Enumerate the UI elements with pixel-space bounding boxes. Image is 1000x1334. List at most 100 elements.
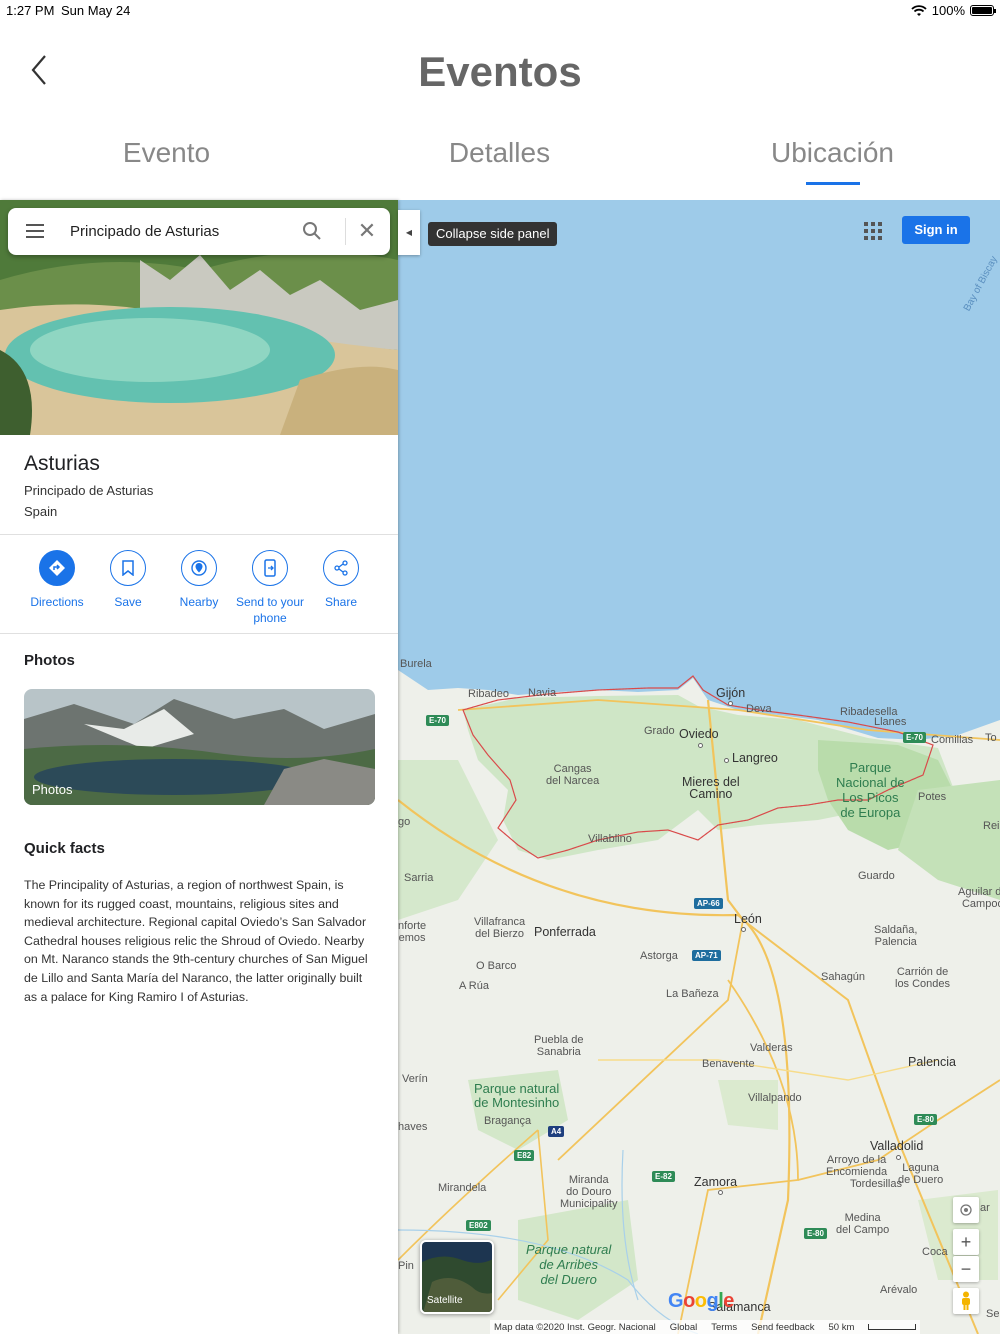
- search-separator: [345, 218, 346, 245]
- satellite-toggle[interactable]: Satellite: [420, 1240, 494, 1314]
- directions-label: Directions: [30, 595, 84, 609]
- road-shield: E-70: [903, 732, 926, 743]
- terms-link[interactable]: Terms: [711, 1322, 737, 1333]
- map-label-arevalo: Arévalo: [880, 1284, 918, 1296]
- status-bar: 1:27 PM Sun May 24 100%: [0, 0, 1000, 22]
- my-location-button[interactable]: [953, 1197, 979, 1223]
- search-input[interactable]: Principado de Asturias: [70, 223, 219, 240]
- map-label-puebla: Puebla de Sanabria: [534, 1034, 584, 1058]
- quick-facts-heading: Quick facts: [24, 840, 105, 857]
- map-label-burela: Burela: [400, 658, 432, 670]
- header: Eventos Evento Detalles Ubicación: [0, 22, 1000, 200]
- map-label-llanes: Llanes: [874, 716, 907, 728]
- tab-evento[interactable]: Evento: [0, 137, 333, 169]
- scale-label[interactable]: 50 km: [828, 1322, 854, 1333]
- page-title: Eventos: [418, 48, 582, 95]
- nearby-label: Nearby: [179, 595, 219, 609]
- map-data-text: Map data ©2020 Inst. Geogr. Nacional: [494, 1321, 656, 1333]
- map-label-villafranca: Villafranca del Bierzo: [474, 916, 526, 940]
- divider: [0, 534, 398, 535]
- nearby-button[interactable]: Nearby: [159, 550, 239, 610]
- plus-icon: +: [960, 1231, 972, 1252]
- search-icon[interactable]: [302, 221, 322, 241]
- photos-heading: Photos: [24, 652, 75, 669]
- sign-in-button[interactable]: Sign in: [902, 216, 970, 244]
- map-label-to: To: [985, 732, 997, 744]
- road-shield: AP-66: [694, 898, 723, 909]
- tab-bar: Evento Detalles Ubicación: [0, 137, 1000, 187]
- map-label-astorga: Astorga: [640, 950, 678, 962]
- map-label-miranda: Miranda do Douro Municipality: [560, 1174, 618, 1210]
- place-name: Asturias: [24, 452, 100, 475]
- directions-icon: [49, 560, 65, 576]
- share-icon: [334, 560, 348, 576]
- map-label-saldana: Saldaña, Palencia: [874, 924, 918, 948]
- apps-grid-icon[interactable]: [864, 222, 882, 240]
- map-label-se: Se: [986, 1308, 1000, 1320]
- save-label: Save: [114, 595, 142, 609]
- map-label-ar: ar: [980, 1202, 990, 1214]
- map-label-oviedo: Oviedo: [679, 727, 719, 741]
- zoom-out-button[interactable]: −: [953, 1256, 979, 1282]
- map-label-navia: Navia: [528, 687, 557, 699]
- collapse-side-panel-button[interactable]: ◀: [398, 210, 420, 255]
- map-label-medina: Medina del Campo: [836, 1212, 890, 1236]
- menu-icon[interactable]: [26, 224, 44, 238]
- road-shield: E-80: [914, 1114, 937, 1125]
- map-label-palencia: Palencia: [908, 1055, 956, 1069]
- map-label-comillas: Comillas: [931, 734, 974, 746]
- map-label-coca: Coca: [922, 1246, 948, 1258]
- map-label-valladolid: Valladolid: [870, 1139, 924, 1153]
- save-button[interactable]: Save: [88, 550, 168, 610]
- map-label-ribadeo: Ribadeo: [468, 688, 509, 700]
- road-shield: E-80: [804, 1228, 827, 1239]
- send-to-phone-button[interactable]: Send to your phone: [230, 550, 310, 626]
- map-label-grado: Grado: [644, 725, 675, 737]
- close-icon[interactable]: ✕: [356, 220, 378, 242]
- status-date: Sun May 24: [61, 3, 131, 18]
- city-dot: [896, 1155, 901, 1160]
- map-label-braganca: Bragança: [484, 1115, 532, 1127]
- send-to-phone-icon: [264, 559, 276, 577]
- map-label-ponferrada: Ponferrada: [534, 925, 596, 939]
- city-dot: [728, 701, 733, 706]
- map-label-arroyo: Arroyo de la Encomienda: [826, 1154, 888, 1178]
- battery-percent: 100%: [931, 3, 965, 18]
- map-label-mieres: Mieres del Camino: [682, 775, 740, 801]
- share-button[interactable]: Share: [301, 550, 381, 610]
- global-link[interactable]: Global: [670, 1322, 697, 1333]
- map-label-obarco: O Barco: [476, 960, 517, 972]
- map-label-chaves: haves: [398, 1121, 428, 1133]
- map-label-valderas: Valderas: [750, 1042, 793, 1054]
- map-label-cangas: Cangas del Narcea: [546, 763, 600, 787]
- road-shield: E802: [466, 1220, 491, 1231]
- map-label-villalpando: Villalpando: [748, 1092, 802, 1104]
- map-label-villablino: Villablino: [588, 833, 632, 845]
- bookmark-icon: [122, 560, 134, 576]
- map-label-sahagun: Sahagún: [821, 971, 866, 983]
- map-label-aguilar: Aguilar de Campoo: [958, 886, 1000, 910]
- road-shield: E-82: [652, 1171, 675, 1182]
- place-country: Spain: [24, 504, 58, 519]
- directions-button[interactable]: Directions: [17, 550, 97, 610]
- map-label-mirandela: Mirandela: [438, 1182, 487, 1194]
- street-view-button[interactable]: [953, 1288, 979, 1314]
- map-label-arua: A Rúa: [459, 980, 489, 992]
- pegman-icon: [962, 1291, 970, 1310]
- photos-label: Photos: [32, 782, 73, 797]
- tab-detalles[interactable]: Detalles: [333, 137, 666, 169]
- map-canvas[interactable]: Bay of Biscay Burela Ribadeo Navia Gijón…: [398, 200, 1000, 1334]
- my-location-icon: [960, 1204, 972, 1216]
- status-time: 1:27 PM: [6, 3, 55, 18]
- map-label-arribes: Parque natural de Arribes del Duero: [526, 1242, 612, 1287]
- tab-ubicacion[interactable]: Ubicación: [666, 137, 999, 169]
- road-shield: E-70: [426, 715, 449, 726]
- map-label-verin: Verín: [402, 1073, 428, 1085]
- city-dot: [718, 1190, 723, 1195]
- photos-thumbnail[interactable]: Photos: [24, 689, 375, 805]
- send-feedback-link[interactable]: Send feedback: [751, 1322, 814, 1333]
- road-shield: A4: [548, 1126, 565, 1137]
- zoom-in-button[interactable]: +: [953, 1229, 979, 1255]
- map-label-forte: nforte emos: [398, 920, 427, 944]
- city-dot: [741, 927, 746, 932]
